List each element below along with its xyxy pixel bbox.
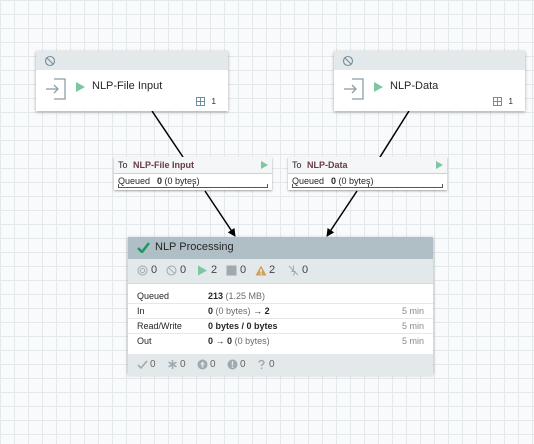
queued-row: Queued 213 (1.25 MB): [128, 289, 433, 304]
process-group-nlp-file-input[interactable]: NLP-File Input 1: [36, 51, 228, 111]
grid-icon: [196, 97, 205, 106]
not-transmitting-icon: [166, 265, 177, 276]
check-icon: [137, 360, 148, 370]
disabled-icon: [288, 265, 299, 276]
running-icon: [76, 82, 85, 92]
running-icon: [198, 265, 207, 276]
queue-progress-bar: [292, 184, 443, 188]
destination-name: NLP-File Input: [133, 160, 194, 170]
connection-line-data-to-processor[interactable]: [326, 190, 358, 237]
input-port-icon: [46, 78, 66, 100]
processor-stats-table: Queued 213 (1.25 MB) In 0 (0 bytes) → 2 …: [128, 284, 433, 354]
read-write-row: Read/Write 0 bytes / 0 bytes 5 min: [128, 319, 433, 334]
warning-icon: [255, 265, 267, 276]
component-count: 1: [508, 97, 513, 106]
out-row: Out 0 → 0 (0 bytes) 5 min: [137, 336, 424, 346]
question-icon: [258, 359, 265, 370]
running-icon: [436, 161, 443, 169]
in-row: In 0 (0 bytes) → 2 5 min: [128, 304, 433, 319]
processor-header: NLP Processing: [128, 237, 433, 259]
process-group-name: NLP-Data: [390, 80, 439, 92]
connection-line-file-input[interactable]: [151, 110, 184, 158]
connection-line-data[interactable]: [379, 110, 410, 158]
to-label: To: [118, 160, 128, 170]
component-count: 1: [211, 97, 216, 106]
running-icon: [261, 161, 268, 169]
asterisk-icon: [168, 360, 177, 369]
running-icon: [374, 82, 383, 92]
error-icon: [227, 359, 238, 370]
transmission-disabled-icon: [342, 55, 354, 67]
transmission-disabled-icon: [44, 55, 56, 67]
queue-progress-bar: [118, 184, 268, 188]
connection-label-file-input[interactable]: To NLP-File Input Queued 0 (0 bytes): [114, 157, 272, 190]
connection-label-data[interactable]: To NLP-Data Queued 0 (0 bytes): [288, 157, 447, 190]
to-label: To: [292, 160, 302, 170]
version-status-bar: 0 0 0 0 0: [128, 354, 433, 376]
processor-status-bar: 0 0 2 0 2 0: [128, 259, 433, 284]
input-port-icon: [344, 78, 364, 100]
process-group-header: [334, 51, 525, 70]
destination-name: NLP-Data: [307, 160, 348, 170]
processor-name: NLP Processing: [155, 241, 234, 253]
processor-nlp-processing[interactable]: NLP Processing 0 0 2 0 2 0 Queued 213 (1…: [128, 237, 433, 376]
connection-line-file-input-to-processor[interactable]: [204, 190, 236, 237]
transmitting-icon: [137, 265, 148, 276]
stopped-icon: [226, 265, 237, 276]
process-group-name: NLP-File Input: [92, 80, 163, 92]
grid-icon: [493, 97, 502, 106]
checkmark-icon: [137, 242, 150, 253]
process-group-header: [36, 51, 228, 70]
process-group-nlp-data[interactable]: NLP-Data 1: [334, 51, 525, 111]
arrow-up-circle-icon: [197, 359, 208, 370]
